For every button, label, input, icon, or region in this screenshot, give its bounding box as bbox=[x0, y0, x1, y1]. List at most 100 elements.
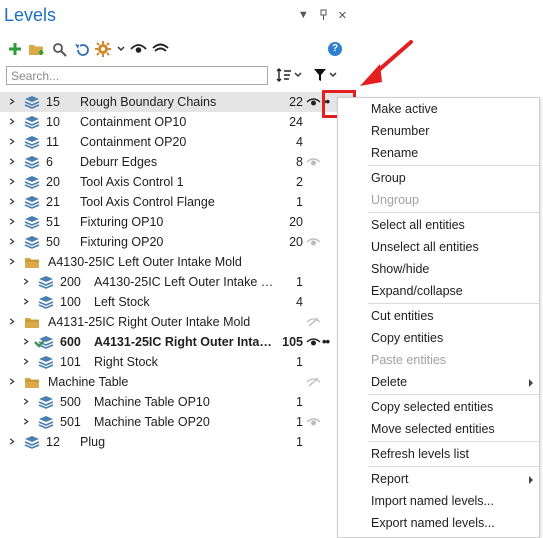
level-row[interactable]: 21 Tool Axis Control Flange 1 bbox=[0, 192, 355, 212]
chevron-right-icon[interactable] bbox=[22, 398, 29, 405]
menu-item-export-named-levels[interactable]: Export named levels... bbox=[338, 512, 539, 534]
add-folder-icon[interactable] bbox=[28, 40, 46, 58]
level-row[interactable]: 20 Tool Axis Control 1 2 bbox=[0, 172, 355, 192]
sort-button[interactable] bbox=[276, 68, 302, 82]
menu-item-expand-collapse[interactable]: Expand/collapse bbox=[338, 280, 539, 302]
chevron-right-icon[interactable] bbox=[8, 218, 15, 225]
level-number: 101 bbox=[60, 355, 81, 369]
chevron-right-icon[interactable] bbox=[22, 338, 29, 345]
menu-item-delete[interactable]: Delete bbox=[338, 371, 539, 393]
level-number: 600 bbox=[60, 335, 81, 349]
more-options-icon[interactable]: •• bbox=[322, 332, 330, 352]
pin-icon[interactable] bbox=[319, 9, 328, 23]
close-icon[interactable]: ✕ bbox=[338, 9, 347, 23]
menu-item-show-hide[interactable]: Show/hide bbox=[338, 258, 539, 280]
level-row[interactable]: 6 Deburr Edges 8 bbox=[0, 152, 355, 172]
chevron-right-icon[interactable] bbox=[8, 318, 15, 325]
level-name: Machine Table OP10 bbox=[94, 395, 210, 409]
menu-item-group[interactable]: Group bbox=[338, 167, 539, 189]
eye-slashed-icon[interactable] bbox=[306, 377, 321, 387]
panel-title: Levels bbox=[4, 5, 57, 25]
eye-closed-icon[interactable] bbox=[151, 40, 169, 58]
level-name: Deburr Edges bbox=[80, 155, 158, 169]
chevron-right-icon[interactable] bbox=[22, 278, 29, 285]
menu-item-refresh-levels-list[interactable]: Refresh levels list bbox=[338, 443, 539, 465]
entity-count: 24 bbox=[289, 115, 303, 129]
folder-row[interactable]: Machine Table bbox=[0, 372, 355, 392]
levels-panel: Levels ▼ ✕ ? Search... 15 Rough Boundary… bbox=[0, 0, 355, 538]
chevron-right-icon[interactable] bbox=[8, 258, 15, 265]
level-row[interactable]: 100 Left Stock 4 bbox=[0, 292, 355, 312]
menu-item-label: Unselect all entities bbox=[371, 240, 479, 254]
level-row[interactable]: 12 Plug 1 bbox=[0, 432, 355, 452]
red-arrow-annotation bbox=[360, 40, 413, 86]
eye-faded-icon[interactable] bbox=[306, 417, 321, 427]
menu-item-select-all-entities[interactable]: Select all entities bbox=[338, 214, 539, 236]
level-row[interactable]: 101 Right Stock 1 bbox=[0, 352, 355, 372]
chevron-right-icon[interactable] bbox=[22, 298, 29, 305]
undo-icon[interactable] bbox=[72, 40, 90, 58]
level-number: 11 bbox=[46, 135, 59, 149]
menu-item-cut-entities[interactable]: Cut entities bbox=[338, 305, 539, 327]
level-row[interactable]: 11 Containment OP20 4 bbox=[0, 132, 355, 152]
level-name: Left Stock bbox=[94, 295, 150, 309]
gear-icon[interactable] bbox=[94, 40, 112, 58]
eye-icon[interactable] bbox=[129, 40, 147, 58]
folder-icon bbox=[25, 318, 39, 328]
eye-faded-icon[interactable] bbox=[306, 157, 321, 167]
filter-button[interactable] bbox=[313, 68, 337, 82]
menu-item-move-selected-entities[interactable]: Move selected entities bbox=[338, 418, 539, 440]
entity-count: 1 bbox=[296, 435, 303, 449]
chevron-right-icon[interactable] bbox=[8, 378, 15, 385]
menu-item-unselect-all-entities[interactable]: Unselect all entities bbox=[338, 236, 539, 258]
level-number: 500 bbox=[60, 395, 81, 409]
level-row[interactable]: 51 Fixturing OP10 20 bbox=[0, 212, 355, 232]
chevron-right-icon[interactable] bbox=[8, 178, 15, 185]
eye-icon[interactable] bbox=[306, 337, 321, 347]
search-input[interactable] bbox=[6, 66, 268, 85]
level-row[interactable]: 600 A4131-25IC Right Outer Intake Mold 105… bbox=[0, 332, 355, 352]
level-name: Right Stock bbox=[94, 355, 158, 369]
level-row[interactable]: 200 A4130-25IC Left Outer Intake Mold 1 bbox=[0, 272, 355, 292]
help-icon[interactable]: ? bbox=[328, 42, 342, 56]
folder-row[interactable]: A4130-25IC Left Outer Intake Mold bbox=[0, 252, 355, 272]
menu-item-report[interactable]: Report bbox=[338, 468, 539, 490]
level-row[interactable]: 10 Containment OP10 24 bbox=[0, 112, 355, 132]
chevron-right-icon[interactable] bbox=[8, 198, 15, 205]
menu-item-label: Expand/collapse bbox=[371, 284, 463, 298]
menu-item-rename[interactable]: Rename bbox=[338, 142, 539, 164]
level-number: 51 bbox=[46, 215, 60, 229]
chevron-right-icon[interactable] bbox=[8, 438, 15, 445]
chevron-right-icon[interactable] bbox=[22, 358, 29, 365]
menu-item-renumber[interactable]: Renumber bbox=[338, 120, 539, 142]
eye-icon[interactable] bbox=[306, 97, 321, 107]
menu-item-copy-entities[interactable]: Copy entities bbox=[338, 327, 539, 349]
menu-item-label: Renumber bbox=[371, 124, 430, 138]
dropdown-icon[interactable]: ▼ bbox=[298, 9, 309, 23]
eye-slashed-icon[interactable] bbox=[306, 317, 321, 327]
level-stack-icon bbox=[24, 156, 40, 169]
level-row[interactable]: 15 Rough Boundary Chains 22 •• bbox=[0, 92, 355, 112]
menu-item-import-named-levels[interactable]: Import named levels... bbox=[338, 490, 539, 512]
chevron-down-icon[interactable] bbox=[116, 40, 125, 58]
menu-item-copy-selected-entities[interactable]: Copy selected entities bbox=[338, 396, 539, 418]
search-icon[interactable] bbox=[50, 40, 68, 58]
chevron-right-icon[interactable] bbox=[22, 418, 29, 425]
chevron-right-icon[interactable] bbox=[8, 238, 15, 245]
level-name: Plug bbox=[80, 435, 106, 449]
level-name: Machine Table OP20 bbox=[94, 415, 210, 429]
chevron-right-icon[interactable] bbox=[8, 138, 15, 145]
menu-item-paste-entities: Paste entities bbox=[338, 349, 539, 371]
chevron-right-icon[interactable] bbox=[8, 158, 15, 165]
level-row[interactable]: 501 Machine Table OP20 1 bbox=[0, 412, 355, 432]
menu-item-make-active[interactable]: Make active bbox=[338, 98, 539, 120]
menu-item-label: Cut entities bbox=[371, 309, 434, 323]
folder-row[interactable]: A4131-25IC Right Outer Intake Mold bbox=[0, 312, 355, 332]
chevron-right-icon[interactable] bbox=[8, 118, 15, 125]
chevron-right-icon[interactable] bbox=[8, 98, 15, 105]
add-level-icon[interactable] bbox=[6, 40, 24, 58]
eye-faded-icon[interactable] bbox=[306, 237, 321, 247]
entity-count: 20 bbox=[289, 215, 303, 229]
level-row[interactable]: 500 Machine Table OP10 1 bbox=[0, 392, 355, 412]
level-row[interactable]: 50 Fixturing OP20 20 bbox=[0, 232, 355, 252]
